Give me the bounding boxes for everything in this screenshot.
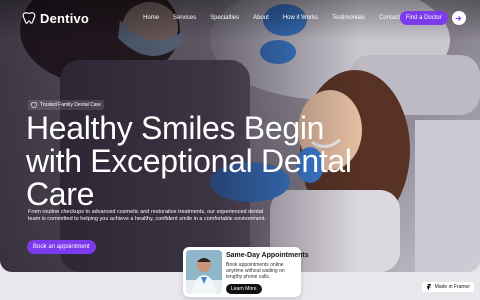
arrow-right-icon (455, 15, 462, 21)
framer-logo-icon (426, 284, 431, 290)
nav-item-about[interactable]: About (253, 15, 269, 21)
same-day-card: Same-Day Appointments Book appointments … (183, 247, 309, 297)
find-doctor-arrow-button[interactable] (451, 11, 466, 25)
nav-item-home[interactable]: Home (143, 15, 159, 21)
headline-line-3: Care (26, 176, 95, 212)
shield-icon (31, 102, 37, 108)
nav-item-how-it-works[interactable]: How it Works (283, 15, 318, 21)
nav-menu: Home Services Specialties About How it W… (143, 15, 400, 21)
nav-cta-group: Find a Doctor (399, 11, 466, 25)
card-doctor-photo (186, 250, 222, 294)
headline-line-2: with Exceptional Dental (26, 143, 352, 179)
hero-headline: Healthy Smiles Begin with Exceptional De… (26, 112, 356, 211)
logo[interactable]: Dentivo (22, 11, 89, 26)
made-in-framer-badge[interactable]: Made in Framer (421, 282, 474, 292)
book-appointment-button[interactable]: Book an appointment (27, 240, 96, 254)
hero-section: Dentivo Home Services Specialties About … (0, 0, 480, 272)
learn-more-button[interactable]: Learn More (226, 284, 262, 294)
logo-text: Dentivo (40, 10, 90, 26)
navbar: Dentivo Home Services Specialties About … (22, 8, 466, 28)
nav-item-testimonials[interactable]: Testimonials (332, 15, 365, 21)
badge-text: Trusted Family Dental Care (40, 102, 101, 108)
card-body: Same-Day Appointments Book appointments … (226, 250, 309, 294)
headline-line-1: Healthy Smiles Begin (26, 110, 325, 146)
find-doctor-button[interactable]: Find a Doctor (399, 11, 448, 25)
card-text: Book appointments online anytime without… (226, 262, 285, 280)
framer-badge-text: Made in Framer (434, 284, 470, 290)
card-title: Same-Day Appointments (226, 252, 309, 259)
nav-item-contact[interactable]: Contact (379, 15, 400, 21)
trusted-badge: Trusted Family Dental Care (28, 100, 104, 110)
hero-description: From routine checkups to advanced cosmet… (28, 209, 267, 222)
nav-item-specialties[interactable]: Specialties (210, 15, 239, 21)
tooth-icon (22, 12, 36, 24)
nav-item-services[interactable]: Services (173, 15, 196, 21)
